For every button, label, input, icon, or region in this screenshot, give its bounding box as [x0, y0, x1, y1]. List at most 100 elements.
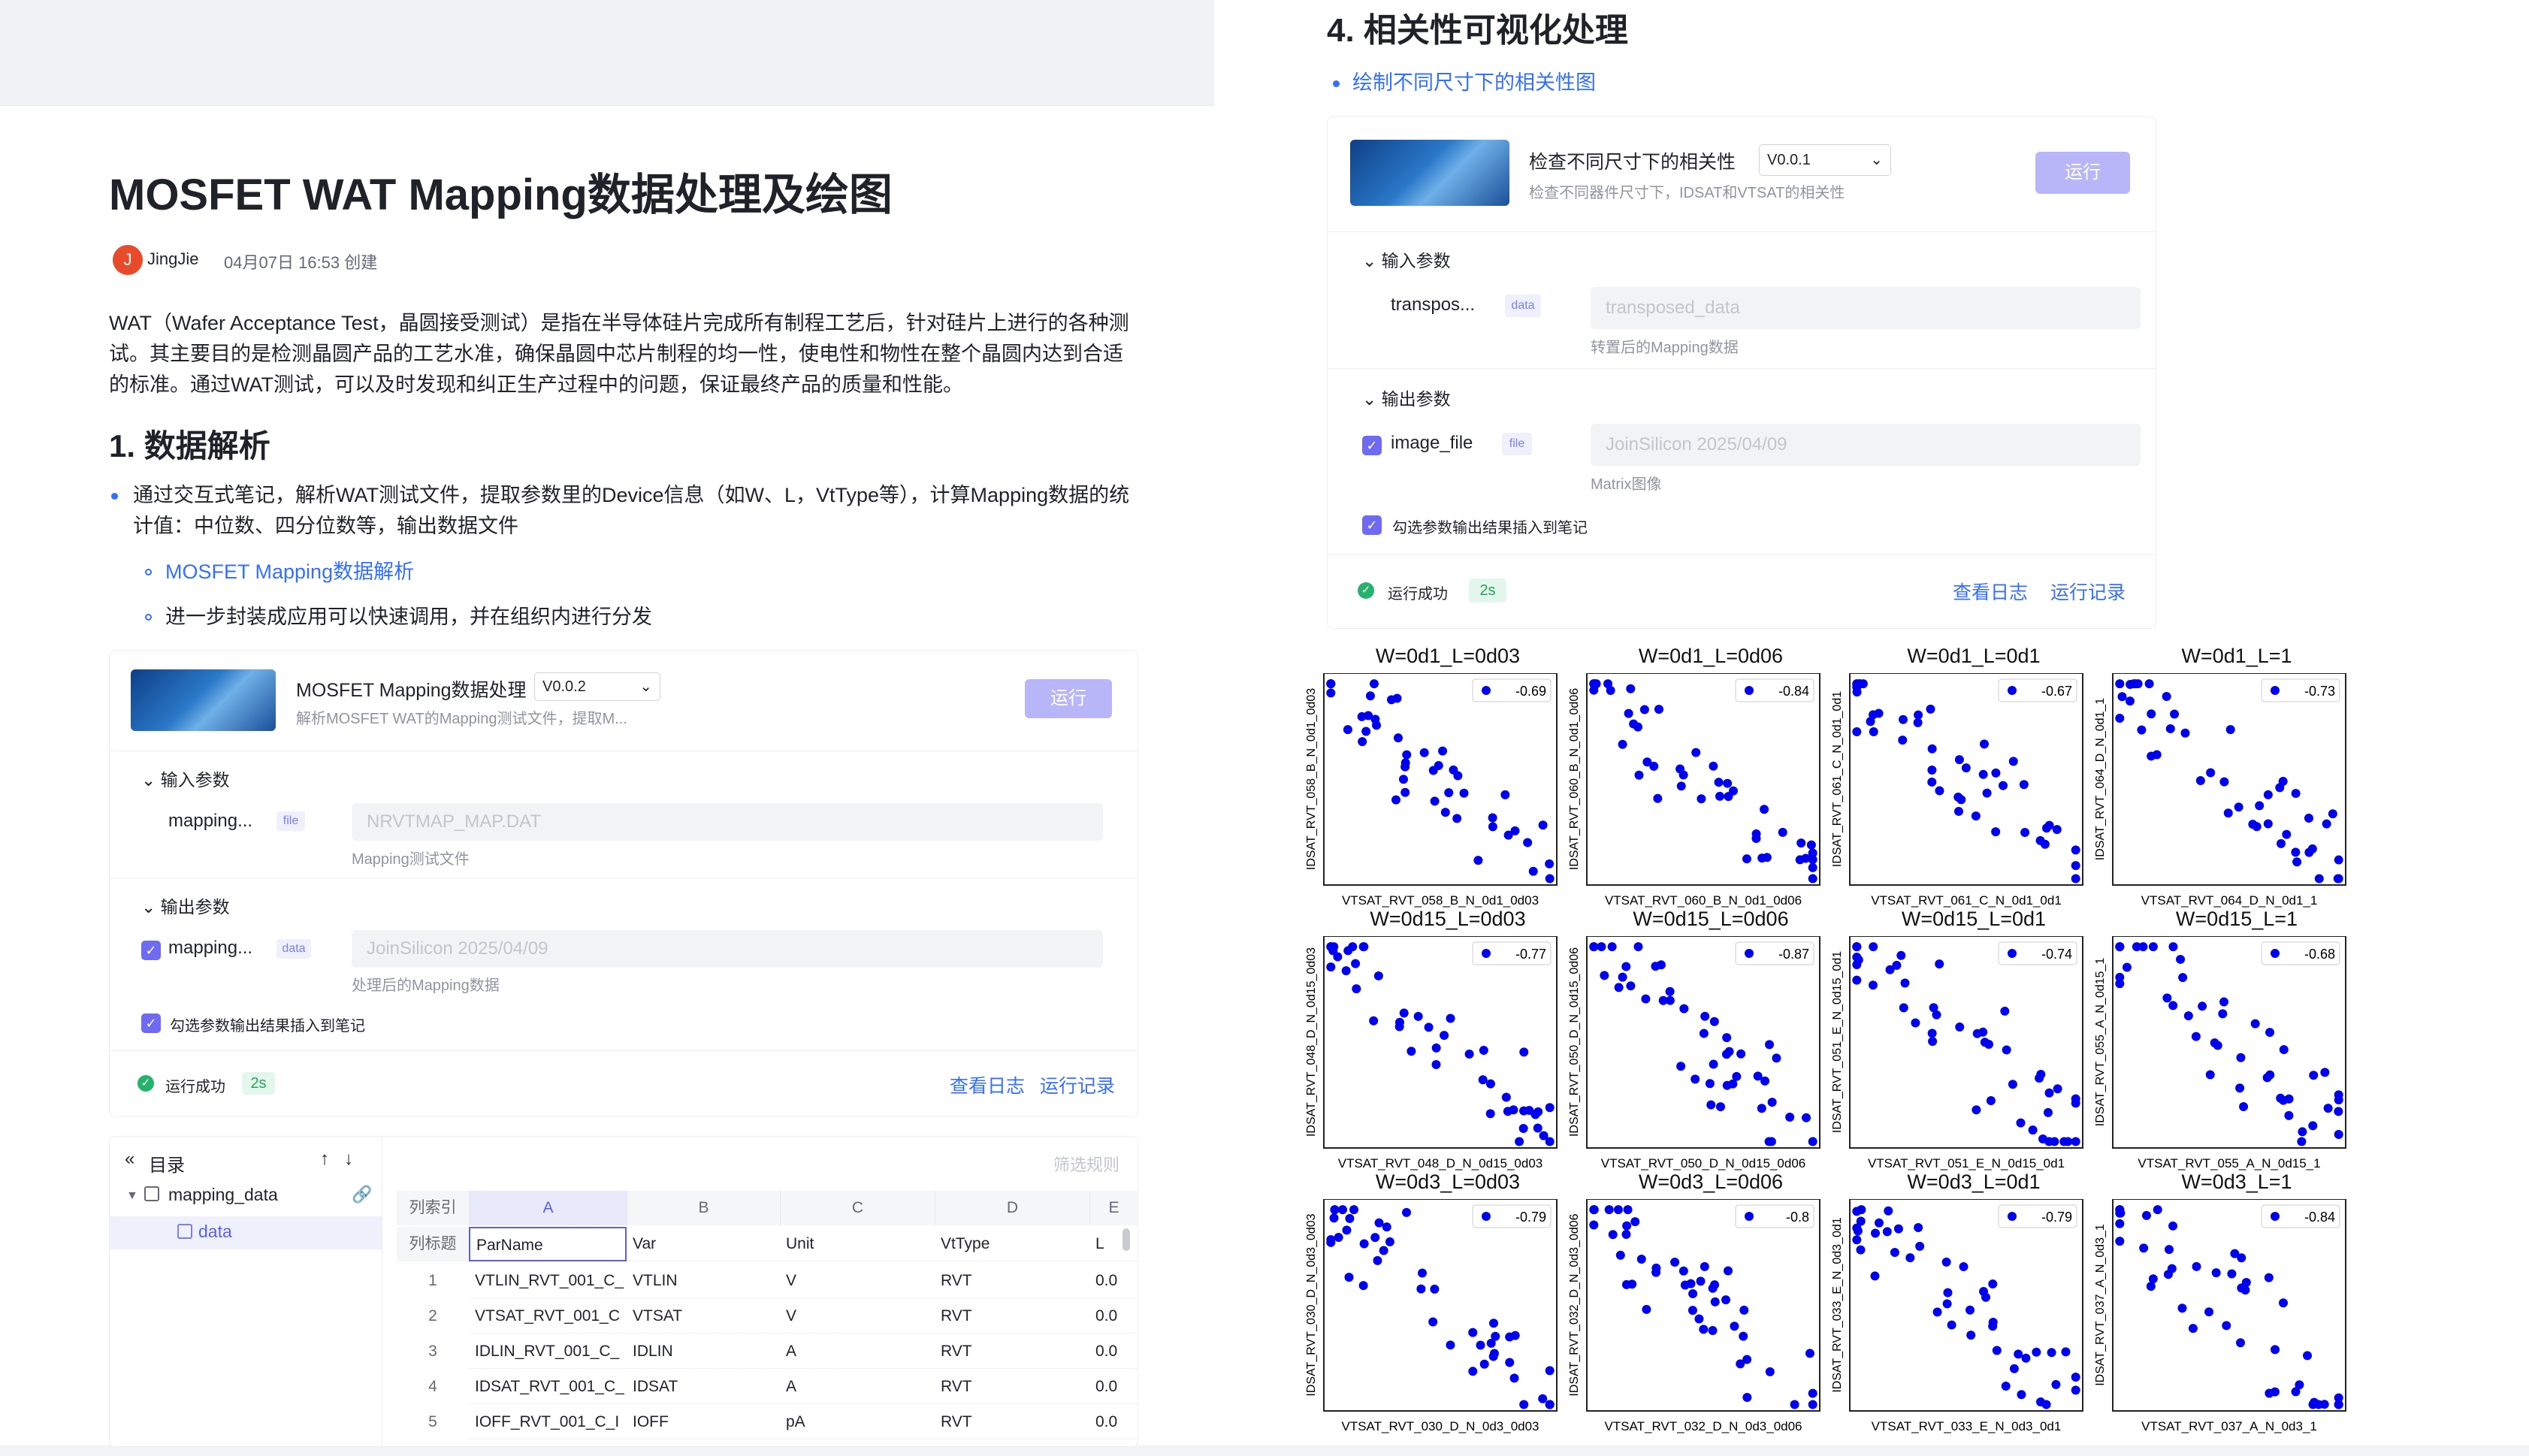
output-param-hint: Matrix图像 — [1591, 476, 1662, 493]
output-section-toggle[interactable]: ⌄ 输出参数 — [141, 893, 230, 918]
table-cell[interactable]: IDSAT — [627, 1369, 780, 1404]
author-name[interactable]: JingJie — [147, 249, 198, 269]
column-title-cell[interactable]: Unit — [780, 1227, 935, 1261]
table-cell[interactable]: 0.0 — [1089, 1263, 1138, 1298]
scatter-point — [1604, 1205, 1614, 1215]
toc-node-data[interactable]: data — [198, 1222, 232, 1242]
column-title-cell[interactable]: L — [1089, 1227, 1138, 1261]
scatter-point — [1626, 981, 1636, 991]
toc-node-mapping-data[interactable]: mapping_data — [168, 1185, 278, 1205]
table-cell[interactable]: RVT — [935, 1369, 1089, 1404]
arrow-down-icon[interactable]: ↓ — [344, 1149, 353, 1170]
table-cell[interactable]: A — [780, 1334, 935, 1369]
scatter-point — [2165, 723, 2175, 733]
table-cell[interactable]: VTSAT_RVT_001_C — [469, 1298, 627, 1334]
column-title-cell[interactable]: ParName — [469, 1227, 627, 1261]
scatter-point — [1896, 950, 1906, 960]
column-title-cell[interactable]: VtType — [935, 1227, 1089, 1261]
table-cell[interactable]: RVT — [935, 1404, 1089, 1439]
table-cell[interactable]: RVT — [935, 1263, 1089, 1298]
output-param-checkbox[interactable]: ✓ — [141, 941, 161, 960]
output-param-field[interactable]: JoinSilicon 2025/04/09 — [1591, 424, 2141, 466]
column-letter[interactable]: B — [627, 1191, 780, 1225]
scatter-point — [1501, 1092, 1511, 1102]
table-cell[interactable]: VTLIN — [627, 1263, 780, 1298]
scatter-point — [1431, 1043, 1441, 1053]
toc-title: 目录 — [149, 1155, 185, 1176]
section-heading-1: 1. 数据解析 — [109, 428, 270, 464]
version-select[interactable]: V0.0.2 ⌄ — [534, 672, 660, 701]
table-cell[interactable]: pA — [780, 1404, 935, 1439]
run-history-link[interactable]: 运行记录 — [1040, 1071, 1115, 1098]
correlation-bullet-link[interactable]: 绘制不同尺寸下的相关性图 — [1352, 68, 1596, 98]
scatter-point — [2223, 808, 2233, 818]
scatter-point — [1370, 1233, 1380, 1243]
scatter-point — [1854, 955, 1863, 965]
table-cell[interactable]: IDLIN_RVT_001_C_ — [469, 1334, 627, 1369]
scatter-point — [2170, 709, 2180, 719]
scatter-point — [1345, 1213, 1355, 1223]
table-cell[interactable]: V — [780, 1298, 935, 1334]
run-duration: 2s — [242, 1072, 275, 1095]
arrow-up-icon[interactable]: ↑ — [320, 1149, 329, 1170]
output-section-toggle[interactable]: ⌄ 输出参数 — [1362, 385, 1451, 410]
view-log-link[interactable]: 查看日志 — [950, 1071, 1025, 1098]
column-title-cell[interactable]: Var — [627, 1227, 780, 1261]
table-scrollbar[interactable] — [1122, 1228, 1130, 1251]
table-cell[interactable]: 0.0 — [1089, 1404, 1138, 1439]
table-cell[interactable]: A — [780, 1369, 935, 1404]
scatter-point — [2211, 1268, 2221, 1278]
input-section-toggle[interactable]: ⌄ 输入参数 — [1362, 246, 1451, 272]
input-param-field[interactable]: transposed_data — [1591, 287, 2141, 329]
column-letter[interactable]: C — [780, 1191, 935, 1225]
table-cell[interactable]: 0.0 — [1089, 1334, 1138, 1369]
column-letter[interactable]: E — [1089, 1191, 1138, 1225]
scatter-point — [2032, 1347, 2041, 1357]
table-cell[interactable]: RVT — [935, 1298, 1089, 1334]
scatter-plot: -0.77 VTSAT_RVT_048_D_N_0d15_0d03 IDSAT_RV… — [1305, 936, 1558, 1171]
insert-result-checkbox[interactable]: ✓ — [1362, 515, 1382, 535]
version-select[interactable]: V0.0.1 ⌄ — [1759, 144, 1891, 176]
table-cell[interactable]: V — [780, 1263, 935, 1298]
divider — [1328, 554, 2156, 555]
scatter-point — [2071, 861, 2080, 871]
x-axis-label: VTSAT_RVT_030_D_N_0d3_0d03 — [1341, 1419, 1539, 1433]
row-index: 2 — [397, 1298, 469, 1334]
output-param-checkbox[interactable]: ✓ — [1362, 436, 1382, 455]
column-letter[interactable]: A — [469, 1191, 627, 1225]
filter-rules[interactable]: 筛选规则 — [1053, 1152, 1119, 1176]
avatar[interactable]: J — [113, 245, 143, 275]
table-cell[interactable]: VTSAT — [627, 1298, 780, 1334]
scatter-point — [2192, 1261, 2201, 1271]
scatter-point — [1398, 775, 1408, 784]
plot-frame — [2112, 936, 2346, 1149]
mapping-parse-link[interactable]: MOSFET Mapping数据解析 — [165, 557, 414, 588]
link-icon[interactable]: 🔗 — [352, 1185, 372, 1204]
column-letter[interactable]: D — [935, 1191, 1089, 1225]
table-cell[interactable]: VTLIN_RVT_001_C_ — [469, 1263, 627, 1298]
caret-down-icon[interactable]: ▼ — [126, 1189, 138, 1203]
scatter-point — [1852, 687, 1862, 697]
table-cell[interactable]: IDSAT_RVT_001_C_ — [469, 1369, 627, 1404]
table-cell[interactable]: 0.0 — [1089, 1369, 1138, 1404]
scatter-point — [1614, 983, 1624, 992]
table-cell[interactable]: IDLIN — [627, 1334, 780, 1369]
table-cell[interactable]: RVT — [935, 1334, 1089, 1369]
output-param-field[interactable]: JoinSilicon 2025/04/09 — [352, 930, 1103, 968]
run-button[interactable]: 运行 — [2035, 152, 2130, 194]
scatter-point — [1528, 866, 1538, 876]
scatter-point — [2263, 790, 2273, 799]
table-cell[interactable]: IOFF_RVT_001_C_I — [469, 1404, 627, 1439]
insert-result-checkbox[interactable]: ✓ — [141, 1013, 161, 1033]
scatter-point — [1870, 1271, 1880, 1281]
collapse-toc-icon[interactable]: « — [125, 1149, 134, 1170]
plot-title: W=0d15_L=0d06 — [1633, 908, 1789, 930]
run-history-link[interactable]: 运行记录 — [2050, 578, 2126, 605]
run-button[interactable]: 运行 — [1025, 679, 1112, 718]
view-log-link[interactable]: 查看日志 — [1953, 578, 2028, 605]
input-param-field[interactable]: NRVTMAP_MAP.DAT — [352, 803, 1103, 841]
input-section-toggle[interactable]: ⌄ 输入参数 — [141, 766, 230, 791]
table-cell[interactable]: IOFF — [627, 1404, 780, 1439]
table-cell[interactable]: 0.0 — [1089, 1298, 1138, 1334]
x-axis-label: VTSAT_RVT_058_B_N_0d1_0d03 — [1342, 893, 1539, 908]
